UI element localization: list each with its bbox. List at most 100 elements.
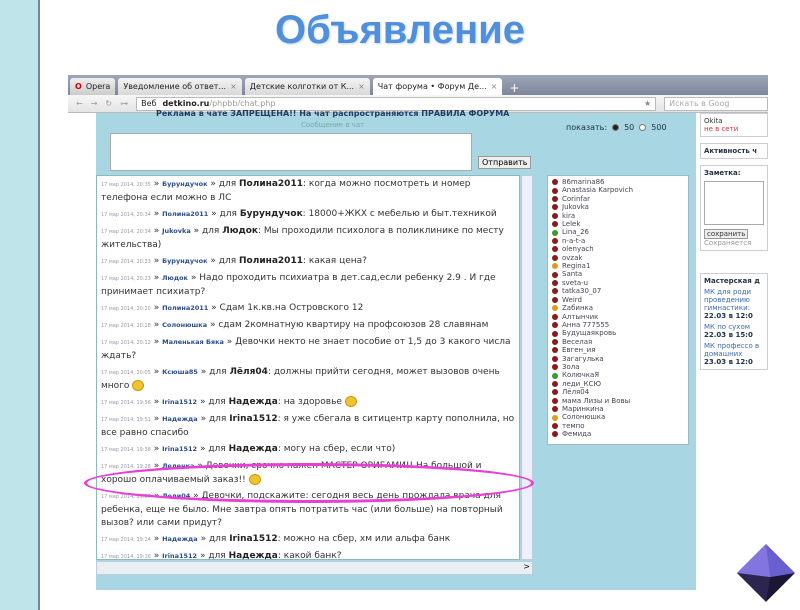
radio-500[interactable] bbox=[639, 124, 647, 131]
user-list-item[interactable]: Веселая bbox=[552, 338, 684, 346]
activity-header[interactable]: Активность ч bbox=[700, 143, 768, 159]
user-list-item[interactable]: kira bbox=[552, 212, 684, 220]
horizontal-scrollbar[interactable]: > bbox=[96, 561, 533, 575]
user-list-item[interactable]: Лёля04 bbox=[552, 388, 684, 396]
workshop-item[interactable]: МК профессо в домашних 23.03 в 12:0 bbox=[704, 342, 764, 366]
message-author[interactable]: Надежда bbox=[162, 535, 198, 543]
opera-menu-button[interactable]: O Opera bbox=[70, 78, 116, 95]
workshop-item[interactable]: МК по сухом 22.03 в 15:0 bbox=[704, 323, 764, 339]
user-list-item[interactable]: Jukovka bbox=[552, 203, 684, 211]
close-icon[interactable]: × bbox=[230, 82, 237, 91]
message-recipient[interactable]: Полина2011 bbox=[239, 256, 303, 266]
message-time: 17 мар 2014, 20:20 bbox=[101, 306, 151, 312]
message-time: 17 мар 2014, 19:24 bbox=[101, 537, 151, 543]
scroll-right-icon[interactable]: > bbox=[523, 562, 530, 571]
user-list-item[interactable]: Weird bbox=[552, 296, 684, 304]
user-list-item[interactable]: Zабинка bbox=[552, 304, 684, 312]
vertical-scrollbar[interactable] bbox=[521, 175, 533, 560]
message-author[interactable]: Полина2011 bbox=[162, 304, 208, 312]
user-list-item[interactable]: sveta-u bbox=[552, 279, 684, 287]
tab-tights[interactable]: Детские колготки от К... × bbox=[244, 78, 370, 95]
user-list-item[interactable]: Santa bbox=[552, 270, 684, 278]
user-list-item[interactable]: n-a-t-a bbox=[552, 237, 684, 245]
chat-message: 17 мар 2014, 19:51 » Надежда » для Irina… bbox=[101, 414, 515, 438]
status-dot-icon bbox=[552, 422, 558, 429]
status-dot-icon bbox=[552, 380, 558, 387]
user-list-item[interactable]: Regina1 bbox=[552, 262, 684, 270]
for-word: для bbox=[218, 179, 237, 189]
message-recipient[interactable]: Надежда bbox=[229, 551, 278, 559]
star-icon[interactable]: ★ bbox=[644, 99, 655, 108]
status-dot-icon bbox=[552, 322, 558, 329]
user-okita[interactable]: Okita bbox=[704, 117, 764, 125]
message-author[interactable]: Бурундучок bbox=[162, 257, 207, 265]
user-list-item[interactable]: Lina_26 bbox=[552, 228, 684, 236]
user-list-item[interactable]: Corinfar bbox=[552, 195, 684, 203]
user-list-item[interactable]: Anastasia Karpovich bbox=[552, 186, 684, 194]
message-author[interactable]: Полина2011 bbox=[162, 210, 208, 218]
message-author[interactable]: Маленькая Бяка bbox=[162, 338, 224, 346]
message-author[interactable]: Irina1512 bbox=[162, 398, 197, 406]
message-recipient[interactable]: Бурундучок bbox=[240, 209, 303, 219]
user-list-item[interactable]: olenyach bbox=[552, 245, 684, 253]
message-textarea[interactable] bbox=[110, 133, 472, 171]
user-list-item[interactable]: леди_КСЮ bbox=[552, 380, 684, 388]
message-recipient[interactable]: Irina1512 bbox=[229, 414, 277, 424]
user-list-item[interactable]: Солонюшка bbox=[552, 413, 684, 421]
user-list-item[interactable]: Алтынчик bbox=[552, 313, 684, 321]
reload-icon[interactable]: ↻ bbox=[105, 99, 112, 108]
user-list-item[interactable]: темпо bbox=[552, 422, 684, 430]
for-word: для bbox=[219, 209, 237, 219]
save-note-button[interactable]: сохранить bbox=[704, 229, 749, 239]
user-list-item[interactable]: мама Лизы и Вовы bbox=[552, 397, 684, 405]
search-input[interactable]: Искать в Goog bbox=[664, 96, 768, 111]
user-list-item[interactable]: Lelek bbox=[552, 220, 684, 228]
message-time: 17 мар 2014, 20:05 bbox=[101, 370, 151, 376]
online-users-list: 86marina86 Anastasia Karpovich Corinfar Juk… bbox=[547, 175, 689, 445]
tab-notification[interactable]: Уведомление об ответ... × bbox=[118, 78, 242, 95]
message-author[interactable]: Irina1512 bbox=[162, 445, 197, 453]
for-word: для bbox=[208, 551, 226, 560]
close-icon[interactable]: × bbox=[358, 82, 365, 91]
back-icon[interactable]: ← bbox=[76, 99, 83, 108]
message-text: 18000+ЖКХ с мебелью и быт.техникой bbox=[308, 209, 497, 219]
user-list-item[interactable]: Загагулька bbox=[552, 355, 684, 363]
message-recipient[interactable]: Надежда bbox=[229, 444, 278, 454]
workshop-item[interactable]: МК для роди проведению гимнастики: 22.03 … bbox=[704, 288, 764, 320]
user-list-item[interactable]: 86marina86 bbox=[552, 178, 684, 186]
user-list-item[interactable]: tatka30_07 bbox=[552, 287, 684, 295]
message-author[interactable]: Солонюшка bbox=[162, 321, 207, 329]
message-author[interactable]: Людок bbox=[162, 274, 188, 282]
message-author[interactable]: Jukovka bbox=[162, 227, 191, 235]
forward-icon[interactable]: → bbox=[91, 99, 98, 108]
tab-chat[interactable]: Чат форума • Форум Де... × bbox=[372, 78, 503, 95]
user-list-item[interactable]: Маринкина bbox=[552, 405, 684, 413]
user-list-item[interactable]: Будущаякровь bbox=[552, 329, 684, 337]
status-dot-icon bbox=[552, 406, 558, 413]
note-textarea[interactable] bbox=[704, 181, 764, 225]
message-recipient[interactable]: Надежда bbox=[229, 397, 278, 407]
close-icon[interactable]: × bbox=[491, 82, 498, 91]
message-recipient[interactable]: Irina1512 bbox=[229, 534, 277, 544]
user-list-item[interactable]: КолючкаЯ bbox=[552, 371, 684, 379]
user-list-item[interactable]: Евген_ия bbox=[552, 346, 684, 354]
message-recipient[interactable]: Людок bbox=[222, 226, 258, 236]
user-list-item[interactable]: Анна 777555 bbox=[552, 321, 684, 329]
radio-50[interactable] bbox=[612, 124, 620, 131]
workshop-title: Мастерская д bbox=[704, 277, 760, 285]
message-author[interactable]: Irina1512 bbox=[162, 552, 197, 559]
message-recipient[interactable]: Полина2011 bbox=[239, 179, 303, 189]
message-author[interactable]: Бурундучок bbox=[162, 180, 207, 188]
user-list-item[interactable]: Фемида bbox=[552, 430, 684, 438]
send-button[interactable]: Отправить bbox=[478, 156, 532, 169]
user-list-item[interactable]: ovzak bbox=[552, 254, 684, 262]
key-icon[interactable]: ⊶ bbox=[120, 99, 128, 108]
for-word: для bbox=[208, 534, 227, 544]
user-list-item[interactable]: Зола bbox=[552, 363, 684, 371]
for-word: для bbox=[201, 226, 220, 236]
message-recipient[interactable]: Лёля04 bbox=[229, 367, 267, 377]
message-author[interactable]: Ксюша85 bbox=[162, 368, 198, 376]
new-tab-button[interactable]: + bbox=[505, 81, 523, 95]
status-dot-icon bbox=[552, 364, 558, 371]
message-author[interactable]: Надежда bbox=[162, 415, 198, 423]
